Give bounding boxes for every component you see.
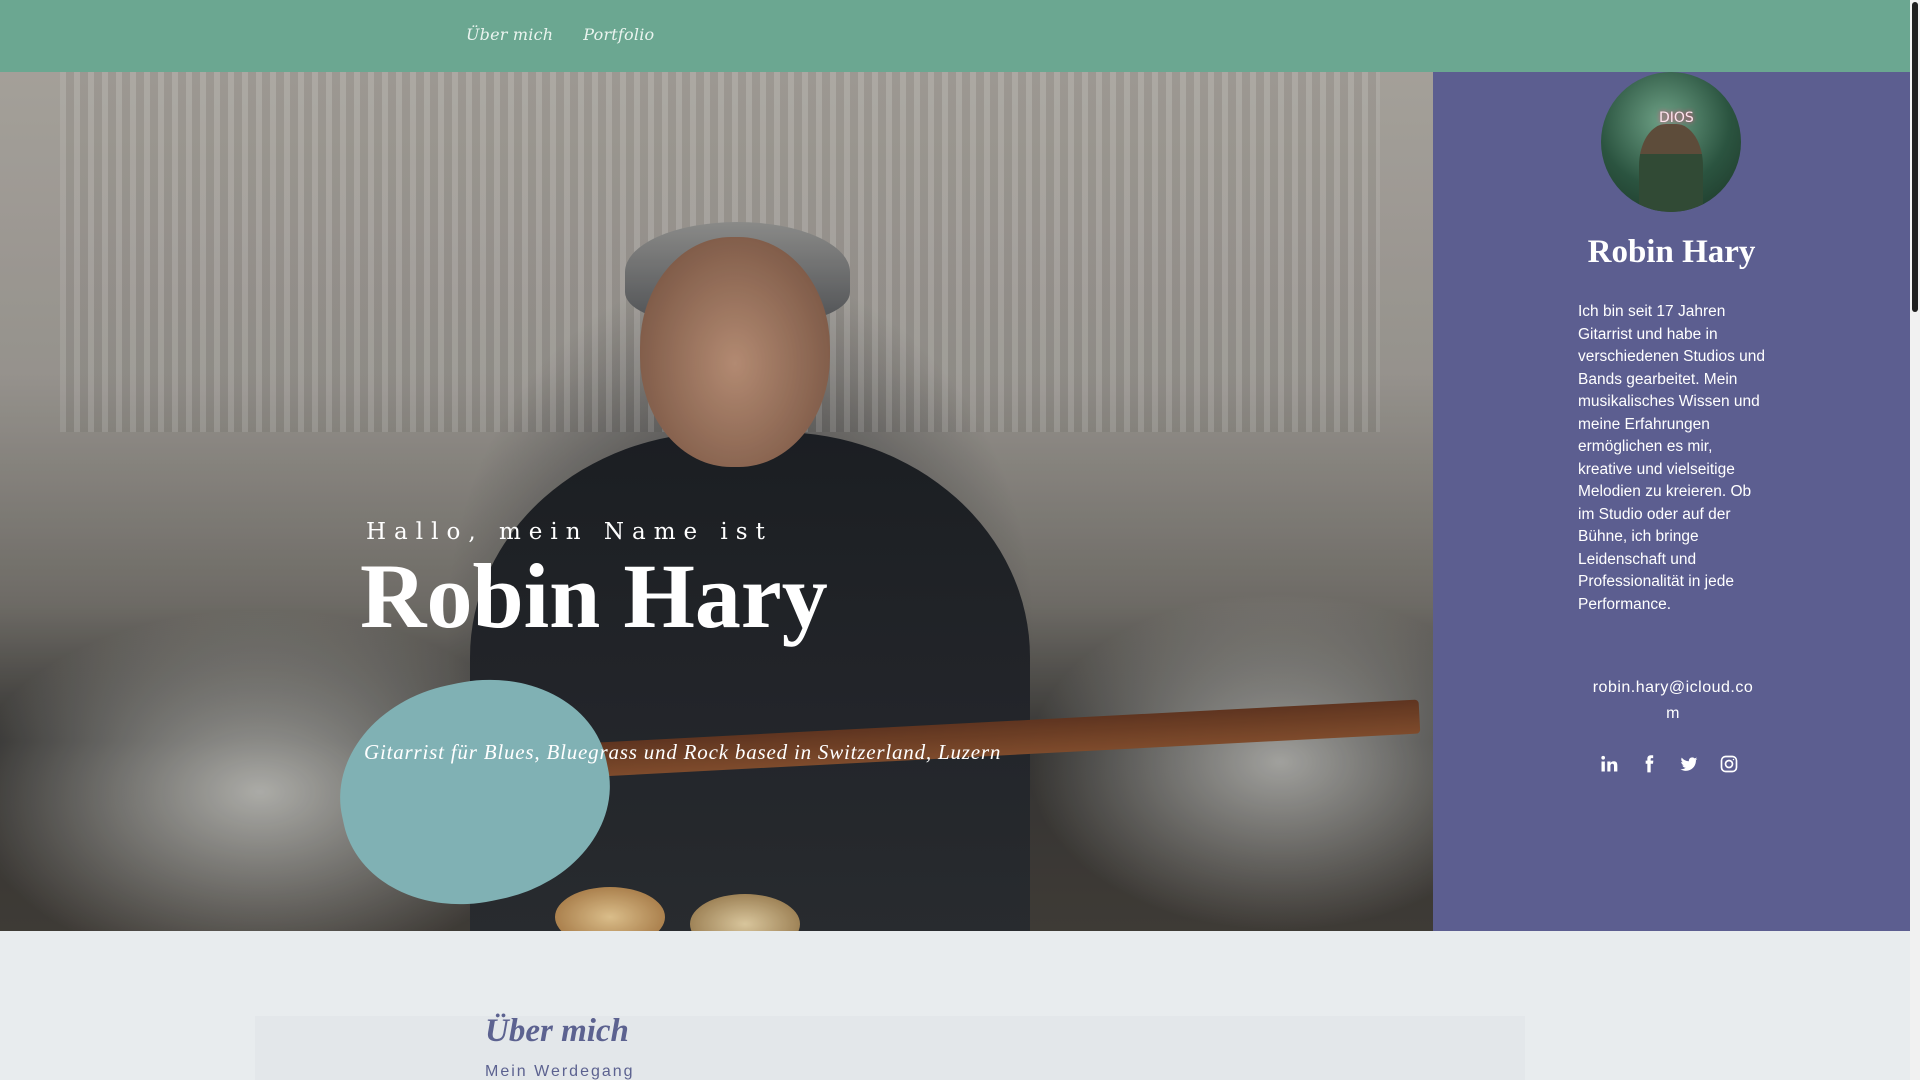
hero-name: Robin Hary [360, 545, 828, 647]
nav-link-ueber-mich[interactable]: Über mich [466, 25, 553, 44]
hero-overlay [0, 72, 1433, 931]
hero-subtitle: Gitarrist für Blues, Bluegrass und Rock … [364, 740, 1002, 764]
profile-sidebar: DIOS Robin Hary Ich bin seit 17 Jahren G… [1433, 72, 1910, 931]
avatar-neon-sign: DIOS [1659, 110, 1694, 126]
hero-greeting: Hallo, mein Name ist [366, 519, 773, 545]
about-section: Über mich Mein Werdegang [0, 931, 1910, 1080]
sidebar-bio: Ich bin seit 17 Jahren Gitarrist und hab… [1578, 303, 1765, 613]
about-title: Über mich [485, 1013, 629, 1049]
hero-section: Hallo, mein Name ist Robin Hary Gitarris… [0, 72, 1433, 931]
about-subtitle: Mein Werdegang [485, 1063, 635, 1080]
nav-link-portfolio[interactable]: Portfolio [583, 25, 654, 44]
twitter-icon[interactable] [1676, 751, 1702, 777]
about-panel-background [255, 1016, 1525, 1080]
main-nav: Über mich Portfolio [466, 0, 684, 68]
instagram-icon[interactable] [1716, 751, 1742, 777]
avatar: DIOS [1601, 72, 1741, 212]
top-navigation-bar: Über mich Portfolio [0, 0, 1910, 72]
social-links [1596, 751, 1742, 777]
scrollbar-thumb[interactable] [1912, 2, 1918, 312]
avatar-figure [1639, 124, 1703, 212]
facebook-icon[interactable] [1636, 751, 1662, 777]
linkedin-icon[interactable] [1596, 751, 1622, 777]
email-link[interactable]: robin.hary@icloud.com [1590, 675, 1756, 727]
page-scrollbar[interactable] [1910, 0, 1920, 1080]
sidebar-name: Robin Hary [1587, 234, 1756, 270]
